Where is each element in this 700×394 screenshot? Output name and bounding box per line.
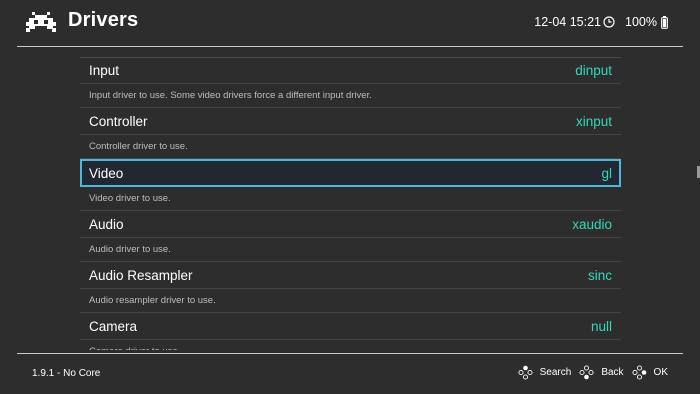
menu-item-description: Audio driver to use. [80,238,621,262]
drivers-menu-list[interactable]: Input dinput Input driver to use. Some v… [80,57,621,350]
menu-entry-input: Input dinput Input driver to use. Some v… [80,57,621,108]
back-hint-label: Back [601,367,624,378]
menu-item-value: gl [601,165,612,181]
menu-item-description: Input driver to use. Some video drivers … [80,84,621,108]
header-divider [17,46,683,47]
ok-hint-label: OK [653,367,668,378]
menu-entry-audio: Audio xaudio Audio driver to use. [80,211,621,262]
menu-entry-video: Video gl Video driver to use. [80,159,621,211]
retroarch-invader-logo-icon [26,12,56,32]
gamepad-face-buttons-right-icon [631,365,646,380]
page-title: Drivers [68,9,139,31]
gamepad-face-buttons-bottom-icon [579,365,594,380]
button-hints: Search Back OK [510,365,668,380]
clock-icon [603,16,615,28]
gamepad-face-buttons-top-icon [518,365,533,380]
menu-item-label: Controller [89,113,148,129]
menu-item-value: null [590,318,612,334]
menu-item-input[interactable]: Input dinput [80,57,621,84]
menu-item-label: Audio [89,216,124,232]
menu-entry-controller: Controller xinput Controller driver to u… [80,108,621,159]
header-bar: Drivers 12-04 15:21 100% [0,0,700,46]
status-area: 12-04 15:21 100% [534,15,668,29]
menu-item-description: Audio resampler driver to use. [80,289,621,313]
menu-item-value: xaudio [572,216,612,232]
footer-bar: 1.9.1 - No Core Search Back OK [0,354,700,394]
menu-entry-camera: Camera null Camera driver to use. [80,313,621,350]
menu-item-video-selected[interactable]: Video gl [80,159,621,187]
menu-entry-audio-resampler: Audio Resampler sinc Audio resampler dri… [80,262,621,313]
menu-item-value: dinput [575,62,612,78]
menu-item-audio[interactable]: Audio xaudio [80,211,621,238]
menu-item-description: Camera driver to use. [80,340,621,350]
menu-item-label: Camera [89,318,138,334]
menu-item-value: sinc [587,267,612,283]
battery-text: 100% [625,15,657,29]
search-hint-button[interactable]: Search [518,365,572,380]
search-hint-label: Search [539,367,572,378]
back-hint-button[interactable]: Back [579,365,624,380]
menu-item-label: Input [89,62,120,78]
ok-hint-button[interactable]: OK [631,365,668,380]
menu-item-description: Video driver to use. [80,187,621,211]
battery-icon [661,15,668,29]
datetime-text: 12-04 15:21 [534,15,602,29]
menu-item-label: Video [89,165,124,181]
menu-item-description: Controller driver to use. [80,135,621,159]
menu-item-camera[interactable]: Camera null [80,313,621,340]
menu-item-value: xinput [575,113,612,129]
menu-item-audio-resampler[interactable]: Audio Resampler sinc [80,262,621,289]
menu-item-label: Audio Resampler [89,267,193,283]
version-core-text: 1.9.1 - No Core [32,368,101,379]
menu-item-controller[interactable]: Controller xinput [80,108,621,135]
retroarch-window: Drivers 12-04 15:21 100% Input dinput In… [0,0,700,394]
